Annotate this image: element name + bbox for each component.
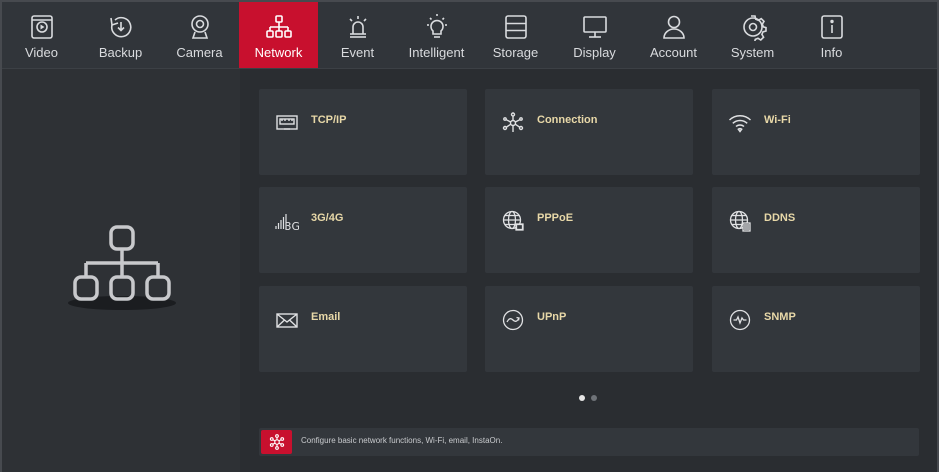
tile-label: PPPoE [537, 212, 574, 224]
nav-item-camera[interactable]: Camera [160, 2, 239, 68]
nav-label: System [730, 45, 775, 60]
nav-item-event[interactable]: Event [318, 2, 397, 68]
wifi-icon [728, 111, 752, 135]
info-bar: Configure basic network functions, Wi-Fi… [259, 428, 919, 456]
network-hub-info-icon [261, 430, 292, 454]
nav-item-account[interactable]: Account [634, 2, 713, 68]
tile-connection[interactable]: Connection [485, 89, 693, 175]
nav-label: Info [820, 45, 843, 60]
upnp-icon [501, 308, 525, 332]
signal-3g-icon: 3G [275, 209, 300, 233]
nav-item-backup[interactable]: Backup [81, 2, 160, 68]
tile-email[interactable]: Email [259, 286, 467, 372]
nav-item-video[interactable]: Video [2, 2, 81, 68]
camera-icon [186, 13, 214, 41]
nav-item-storage[interactable]: Storage [476, 2, 555, 68]
tile-label: UPnP [537, 311, 567, 323]
nav-label: Intelligent [408, 45, 465, 60]
nav-item-intelligent[interactable]: Intelligent [397, 2, 476, 68]
envelope-icon [275, 308, 299, 332]
tile-label: Connection [537, 114, 598, 126]
nav-label: Network [254, 45, 303, 60]
page-indicator [579, 395, 597, 401]
ethernet-port-icon [275, 111, 299, 135]
nav-label: Storage [492, 45, 539, 60]
snmp-wave-icon [728, 308, 752, 332]
tile-label: Wi-Fi [764, 114, 791, 126]
tile-3g4g[interactable]: 3G 3G/4G [259, 187, 467, 273]
nav-label: Display [573, 45, 616, 60]
nav-item-info[interactable]: Info [792, 2, 871, 68]
nav-label: Backup [98, 45, 143, 60]
tile-label: Email [311, 311, 341, 323]
nav-label: Camera [176, 45, 223, 60]
event-alarm-icon [344, 13, 372, 41]
nav-label: Account [650, 45, 697, 60]
page-dot-2[interactable] [591, 395, 597, 401]
tile-wifi[interactable]: Wi-Fi [712, 89, 920, 175]
network-settings-panel: TCP/IP Connection Wi-Fi 3G 3G/4G PPPoE D… [240, 69, 937, 472]
tile-label: TCP/IP [311, 114, 347, 126]
display-monitor-icon [581, 13, 609, 41]
tile-label: 3G/4G [311, 212, 344, 224]
globe-ddns-icon [728, 209, 752, 233]
video-icon [28, 13, 56, 41]
tile-label: DDNS [764, 212, 796, 224]
connection-hub-icon [501, 111, 525, 135]
svg-text:3G: 3G [285, 220, 300, 233]
tile-tcpip[interactable]: TCP/IP [259, 89, 467, 175]
nav-item-system[interactable]: System [713, 2, 792, 68]
info-description: Configure basic network functions, Wi-Fi… [301, 436, 503, 445]
nav-label: Event [340, 45, 375, 60]
page-dot-1[interactable] [579, 395, 585, 401]
nav-label: Video [24, 45, 58, 60]
account-user-icon [660, 13, 688, 41]
tile-snmp[interactable]: SNMP [712, 286, 920, 372]
app-window: Video Backup Camera Network Event Intell… [0, 0, 939, 472]
intelligent-bulb-icon [423, 13, 451, 41]
nav-item-display[interactable]: Display [555, 2, 634, 68]
tile-upnp[interactable]: UPnP [485, 286, 693, 372]
backup-icon [107, 13, 135, 41]
network-topology-illustration-icon [68, 225, 176, 310]
tile-label: SNMP [764, 311, 796, 323]
storage-icon [502, 13, 530, 41]
nav-item-network[interactable]: Network [239, 2, 318, 75]
tile-ddns[interactable]: DDNS [712, 187, 920, 273]
left-panel [2, 69, 240, 472]
globe-pppoe-icon [501, 209, 525, 233]
network-icon [265, 13, 293, 41]
tile-pppoe[interactable]: PPPoE [485, 187, 693, 273]
top-navigation: Video Backup Camera Network Event Intell… [2, 2, 937, 75]
system-gear-icon [739, 13, 767, 43]
info-icon [818, 13, 846, 41]
